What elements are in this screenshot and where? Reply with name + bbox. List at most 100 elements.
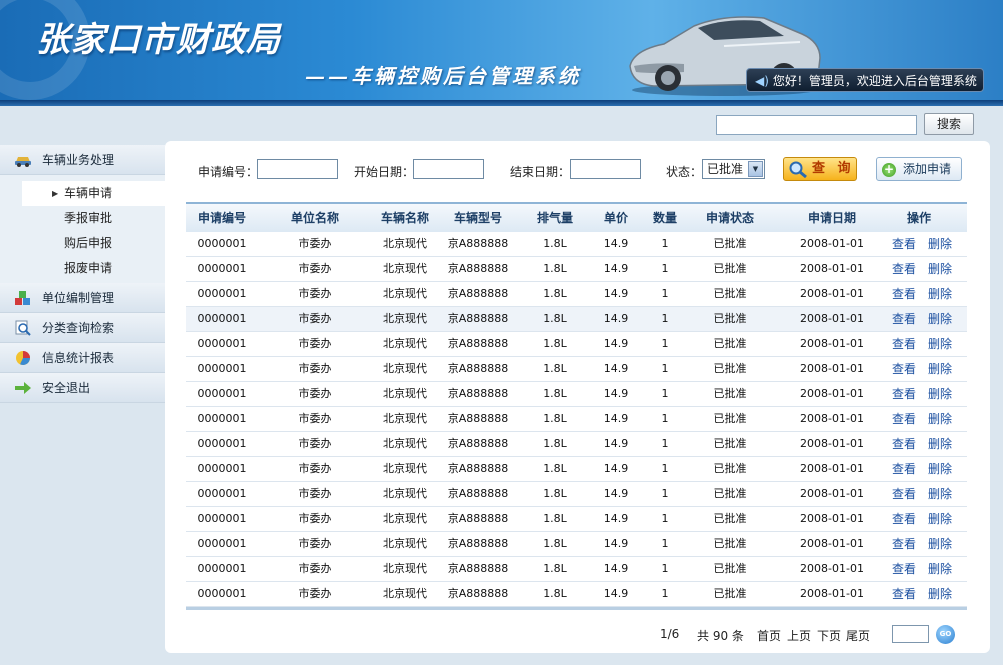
delete-link[interactable]: 删除 xyxy=(928,237,952,251)
view-link[interactable]: 查看 xyxy=(892,487,916,501)
view-link[interactable]: 查看 xyxy=(892,412,916,426)
pie-chart-icon xyxy=(16,351,30,365)
exit-arrow-icon xyxy=(15,382,31,394)
total-count: 共 90 条 xyxy=(697,629,744,643)
view-link[interactable]: 查看 xyxy=(892,362,916,376)
application-status-cell: 已批准 xyxy=(713,437,747,450)
top-search-button[interactable]: 搜索 xyxy=(924,113,974,135)
sidebar-item-scrap-apply[interactable]: 报废申请 xyxy=(22,256,165,281)
delete-link[interactable]: 删除 xyxy=(928,487,952,501)
view-link[interactable]: 查看 xyxy=(892,287,916,301)
sidebar-group-unit-staffing[interactable]: 单位编制管理 xyxy=(0,283,165,313)
vehicle-model-cell: 京A888888 xyxy=(447,262,509,275)
column-header: 车辆名称 xyxy=(380,211,429,225)
welcome-text: 您好！管理员，欢迎进入后台管理系统 xyxy=(772,74,977,88)
end-date-input[interactable] xyxy=(570,159,641,179)
application-number-cell: 0000001 xyxy=(197,412,247,425)
quantity-cell: 1 xyxy=(661,462,669,475)
unit-price-cell: 14.9 xyxy=(603,487,629,500)
top-search-input[interactable] xyxy=(716,115,917,135)
view-link[interactable]: 查看 xyxy=(892,562,916,576)
unit-price-cell: 14.9 xyxy=(603,562,629,575)
status-select-value: 已批准 xyxy=(707,162,744,176)
query-button[interactable]: 查 询 xyxy=(783,157,857,181)
sidebar-group-logout[interactable]: 安全退出 xyxy=(0,373,165,403)
delete-link[interactable]: 删除 xyxy=(928,562,952,576)
prev-page-link[interactable]: 上页 xyxy=(787,627,811,644)
application-number-cell: 0000001 xyxy=(197,487,247,500)
delete-action-cell: 删除 xyxy=(926,232,954,257)
table-row: 0000001 市委办 北京现代 京A888888 1.8L 14.9 1 已批准 2008-0… xyxy=(186,507,967,532)
view-action-cell: 查看 xyxy=(890,407,918,432)
delete-link[interactable]: 删除 xyxy=(928,312,952,326)
go-button[interactable]: GO xyxy=(936,625,955,644)
table-row: 0000001 市委办 北京现代 京A888888 1.8L 14.9 1 已批准 2008-0… xyxy=(186,482,967,507)
sidebar-group-category-search[interactable]: 分类查询检索 xyxy=(0,313,165,343)
view-link[interactable]: 查看 xyxy=(892,587,916,601)
application-status-cell: 已批准 xyxy=(713,237,747,250)
sidebar-group-statistics[interactable]: 信息统计报表 xyxy=(0,343,165,373)
displacement-cell: 1.8L xyxy=(543,412,567,425)
unit-name-cell: 市委办 xyxy=(298,487,332,500)
sidebar-group-vehicle-business[interactable]: 车辆业务处理 xyxy=(0,145,165,175)
application-number-label: 申请编号： xyxy=(198,165,259,179)
view-link[interactable]: 查看 xyxy=(892,312,916,326)
sidebar-group-label: 分类查询检索 xyxy=(42,321,115,335)
delete-action-cell: 删除 xyxy=(926,532,954,557)
view-link[interactable]: 查看 xyxy=(892,387,916,401)
vehicle-name-cell: 北京现代 xyxy=(383,412,427,425)
view-action-cell: 查看 xyxy=(890,457,918,482)
delete-link[interactable]: 删除 xyxy=(928,512,952,526)
view-link[interactable]: 查看 xyxy=(892,462,916,476)
delete-link[interactable]: 删除 xyxy=(928,262,952,276)
view-action-cell: 查看 xyxy=(890,382,918,407)
delete-link[interactable]: 删除 xyxy=(928,412,952,426)
next-page-link[interactable]: 下页 xyxy=(817,627,841,644)
unit-price-cell: 14.9 xyxy=(603,362,629,375)
delete-link[interactable]: 删除 xyxy=(928,287,952,301)
application-status-cell: 已批准 xyxy=(713,487,747,500)
view-link[interactable]: 查看 xyxy=(892,337,916,351)
sidebar-item-quarterly-approval[interactable]: 季报审批 xyxy=(22,206,165,231)
table-row: 0000001 市委办 北京现代 京A888888 1.8L 14.9 1 已批准 2008-0… xyxy=(186,232,967,257)
view-link[interactable]: 查看 xyxy=(892,237,916,251)
application-date-cell: 2008-01-01 xyxy=(800,262,864,275)
delete-link[interactable]: 删除 xyxy=(928,337,952,351)
application-number-input[interactable] xyxy=(257,159,338,179)
unit-name-cell: 市委办 xyxy=(298,287,332,300)
view-link[interactable]: 查看 xyxy=(892,262,916,276)
status-select[interactable]: 已批准 ▼ xyxy=(702,159,765,179)
add-application-button[interactable]: + 添加申请 xyxy=(876,157,962,181)
sidebar-group-label: 单位编制管理 xyxy=(42,291,115,305)
view-link[interactable]: 查看 xyxy=(892,512,916,526)
view-link[interactable]: 查看 xyxy=(892,537,916,551)
table-row: 0000001 市委办 北京现代 京A888888 1.8L 14.9 1 已批准 2008-0… xyxy=(186,382,967,407)
vehicle-model-cell: 京A888888 xyxy=(447,387,509,400)
delete-link[interactable]: 删除 xyxy=(928,537,952,551)
page-number-input[interactable] xyxy=(892,625,929,643)
column-header: 排气量 xyxy=(536,211,573,225)
application-date-cell: 2008-01-01 xyxy=(800,462,864,475)
unit-price-cell: 14.9 xyxy=(603,237,629,250)
unit-price-cell: 14.9 xyxy=(603,387,629,400)
delete-link[interactable]: 删除 xyxy=(928,587,952,601)
application-number-cell: 0000001 xyxy=(197,312,247,325)
sidebar-item-label: 购后申报 xyxy=(64,236,113,250)
view-link[interactable]: 查看 xyxy=(892,437,916,451)
vehicle-name-cell: 北京现代 xyxy=(383,362,427,375)
application-number-cell: 0000001 xyxy=(197,562,247,575)
delete-link[interactable]: 删除 xyxy=(928,387,952,401)
application-date-cell: 2008-01-01 xyxy=(800,312,864,325)
delete-link[interactable]: 删除 xyxy=(928,462,952,476)
delete-link[interactable]: 删除 xyxy=(928,362,952,376)
application-status-cell: 已批准 xyxy=(713,387,747,400)
first-page-link[interactable]: 首页 xyxy=(757,627,781,644)
sidebar-item-post-purchase[interactable]: 购后申报 xyxy=(22,231,165,256)
view-action-cell: 查看 xyxy=(890,482,918,507)
sidebar-item-vehicle-apply[interactable]: ▶ 车辆申请 xyxy=(22,181,165,206)
delete-action-cell: 删除 xyxy=(926,457,954,482)
application-number-cell: 0000001 xyxy=(197,437,247,450)
delete-link[interactable]: 删除 xyxy=(928,437,952,451)
start-date-input[interactable] xyxy=(413,159,484,179)
last-page-link[interactable]: 尾页 xyxy=(846,627,870,644)
